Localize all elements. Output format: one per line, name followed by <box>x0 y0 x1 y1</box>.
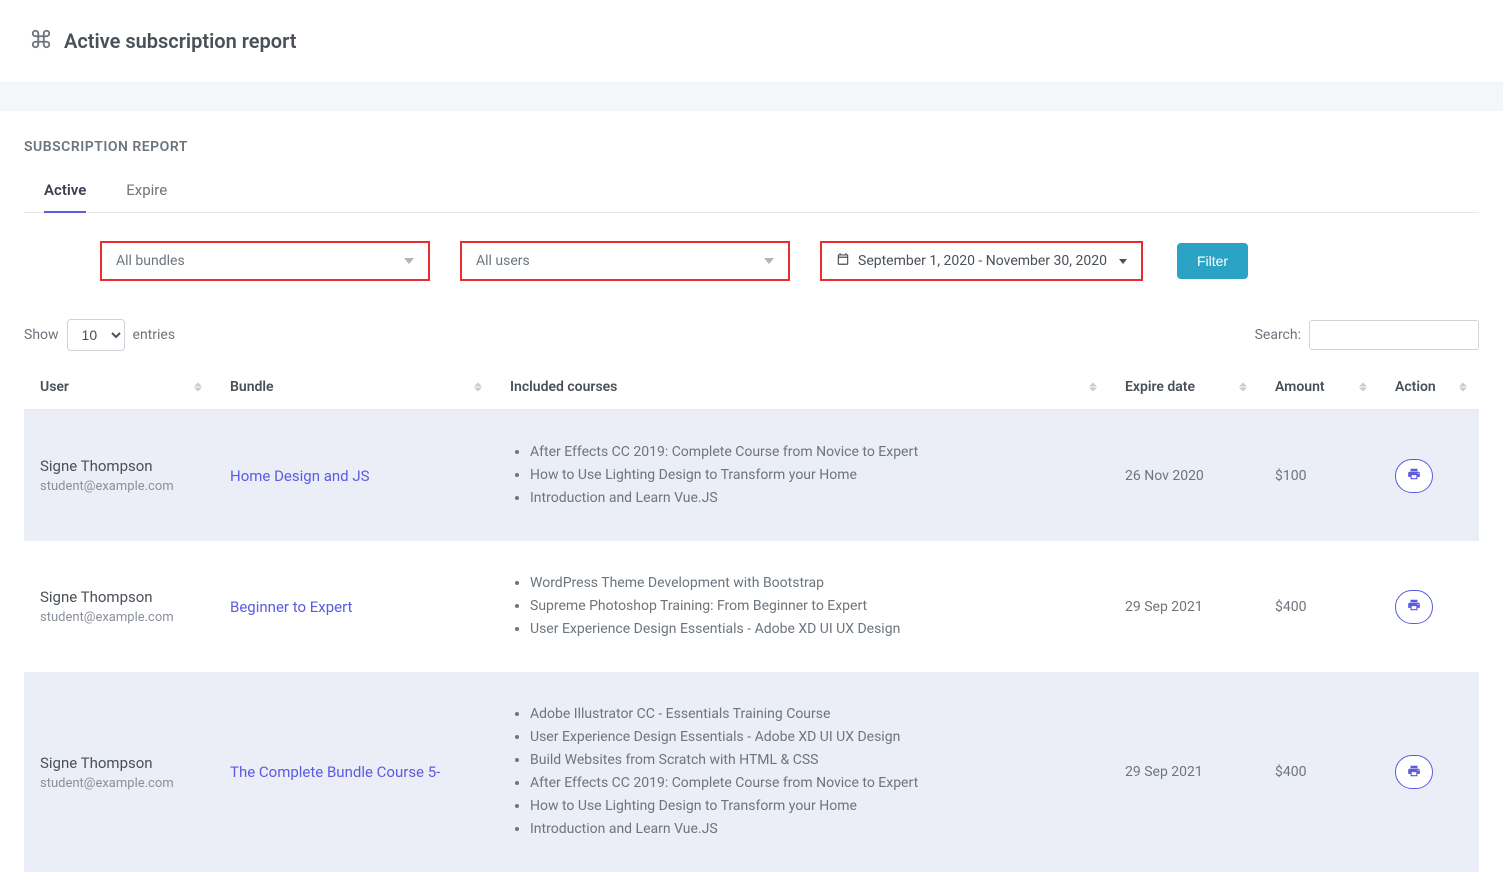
col-courses[interactable]: Included courses <box>494 365 1109 410</box>
col-amount-label: Amount <box>1275 379 1325 395</box>
chevron-down-icon <box>764 258 774 264</box>
action-cell <box>1379 541 1479 672</box>
user-name: Signe Thompson <box>40 588 198 606</box>
col-bundle[interactable]: Bundle <box>214 365 494 410</box>
course-item: How to Use Lighting Design to Transform … <box>530 465 1093 486</box>
chevron-down-icon <box>1119 259 1127 264</box>
sort-icon <box>1239 383 1247 392</box>
courses-cell: Adobe Illustrator CC - Essentials Traini… <box>494 672 1109 872</box>
user-email: student@example.com <box>40 610 198 625</box>
table-row: Signe Thompson student@example.com The Com… <box>24 672 1479 872</box>
amount-cell: $100 <box>1259 410 1379 542</box>
search-label: Search: <box>1255 327 1301 343</box>
course-list: WordPress Theme Development with Bootstr… <box>510 573 1093 640</box>
command-icon <box>30 28 52 54</box>
courses-cell: After Effects CC 2019: Complete Course f… <box>494 410 1109 542</box>
table-row: Signe Thompson student@example.com Home De… <box>24 410 1479 542</box>
entries-select[interactable]: 10 <box>67 319 125 351</box>
amount-cell: $400 <box>1259 541 1379 672</box>
col-user[interactable]: User <box>24 365 214 410</box>
tabs: Active Expire <box>24 181 1479 213</box>
search-input[interactable] <box>1309 320 1479 350</box>
course-item: Introduction and Learn Vue.JS <box>530 819 1093 840</box>
table-row: Signe Thompson student@example.com Beginne… <box>24 541 1479 672</box>
bundle-link[interactable]: The Complete Bundle Course 5- <box>230 763 440 781</box>
user-select[interactable]: All users <box>460 241 790 281</box>
print-icon <box>1407 598 1421 615</box>
courses-cell: WordPress Theme Development with Bootstr… <box>494 541 1109 672</box>
user-email: student@example.com <box>40 776 198 791</box>
sort-icon <box>1359 383 1367 392</box>
card-title: SUBSCRIPTION REPORT <box>24 139 1479 155</box>
bundle-select-label: All bundles <box>116 253 185 269</box>
action-cell <box>1379 672 1479 872</box>
col-bundle-label: Bundle <box>230 379 274 395</box>
subscription-table: User Bundle Included courses Expire date… <box>24 365 1479 872</box>
user-email: student@example.com <box>40 479 198 494</box>
user-select-label: All users <box>476 253 530 269</box>
tab-active[interactable]: Active <box>44 181 86 213</box>
entries-label: entries <box>133 327 176 343</box>
course-item: User Experience Design Essentials - Adob… <box>530 727 1093 748</box>
course-list: After Effects CC 2019: Complete Course f… <box>510 442 1093 509</box>
col-amount[interactable]: Amount <box>1259 365 1379 410</box>
sort-icon <box>1089 383 1097 392</box>
course-item: After Effects CC 2019: Complete Course f… <box>530 442 1093 463</box>
sort-icon <box>1459 383 1467 392</box>
user-name: Signe Thompson <box>40 457 198 475</box>
print-button[interactable] <box>1395 459 1433 493</box>
amount-cell: $400 <box>1259 672 1379 872</box>
sort-icon <box>194 383 202 392</box>
entries-selector: Show 10 entries <box>24 319 175 351</box>
bundle-select[interactable]: All bundles <box>100 241 430 281</box>
expire-cell: 29 Sep 2021 <box>1109 541 1259 672</box>
gap-bar <box>0 83 1503 111</box>
col-expire[interactable]: Expire date <box>1109 365 1259 410</box>
chevron-down-icon <box>404 258 414 264</box>
sort-icon <box>474 383 482 392</box>
course-item: Introduction and Learn Vue.JS <box>530 488 1093 509</box>
print-button[interactable] <box>1395 755 1433 789</box>
course-item: Build Websites from Scratch with HTML & … <box>530 750 1093 771</box>
table-controls: Show 10 entries Search: <box>24 319 1479 351</box>
print-icon <box>1407 764 1421 781</box>
course-item: After Effects CC 2019: Complete Course f… <box>530 773 1093 794</box>
report-card: SUBSCRIPTION REPORT Active Expire All bu… <box>0 111 1503 896</box>
tab-expire[interactable]: Expire <box>126 181 167 213</box>
col-action-label: Action <box>1395 379 1436 395</box>
page-header: Active subscription report <box>0 0 1503 83</box>
bundle-link[interactable]: Home Design and JS <box>230 467 370 485</box>
filters-row: All bundles All users September 1, 2020 … <box>24 241 1479 281</box>
date-range-text: September 1, 2020 - November 30, 2020 <box>858 253 1107 269</box>
col-courses-label: Included courses <box>510 379 617 395</box>
course-list: Adobe Illustrator CC - Essentials Traini… <box>510 704 1093 840</box>
bundle-cell: Home Design and JS <box>214 410 494 542</box>
calendar-icon <box>836 252 850 270</box>
date-range-picker[interactable]: September 1, 2020 - November 30, 2020 <box>820 241 1143 281</box>
course-item: WordPress Theme Development with Bootstr… <box>530 573 1093 594</box>
filter-button[interactable]: Filter <box>1177 243 1248 279</box>
expire-cell: 26 Nov 2020 <box>1109 410 1259 542</box>
bundle-link[interactable]: Beginner to Expert <box>230 598 352 616</box>
user-cell: Signe Thompson student@example.com <box>24 410 214 542</box>
action-cell <box>1379 410 1479 542</box>
print-icon <box>1407 467 1421 484</box>
search-box: Search: <box>1255 320 1479 350</box>
show-label: Show <box>24 327 59 343</box>
course-item: User Experience Design Essentials - Adob… <box>530 619 1093 640</box>
course-item: Supreme Photoshop Training: From Beginne… <box>530 596 1093 617</box>
user-cell: Signe Thompson student@example.com <box>24 672 214 872</box>
col-user-label: User <box>40 379 69 395</box>
print-button[interactable] <box>1395 590 1433 624</box>
page-title: Active subscription report <box>64 29 297 53</box>
col-expire-label: Expire date <box>1125 379 1195 395</box>
course-item: How to Use Lighting Design to Transform … <box>530 796 1093 817</box>
user-name: Signe Thompson <box>40 754 198 772</box>
expire-cell: 29 Sep 2021 <box>1109 672 1259 872</box>
course-item: Adobe Illustrator CC - Essentials Traini… <box>530 704 1093 725</box>
user-cell: Signe Thompson student@example.com <box>24 541 214 672</box>
bundle-cell: The Complete Bundle Course 5- <box>214 672 494 872</box>
bundle-cell: Beginner to Expert <box>214 541 494 672</box>
col-action[interactable]: Action <box>1379 365 1479 410</box>
